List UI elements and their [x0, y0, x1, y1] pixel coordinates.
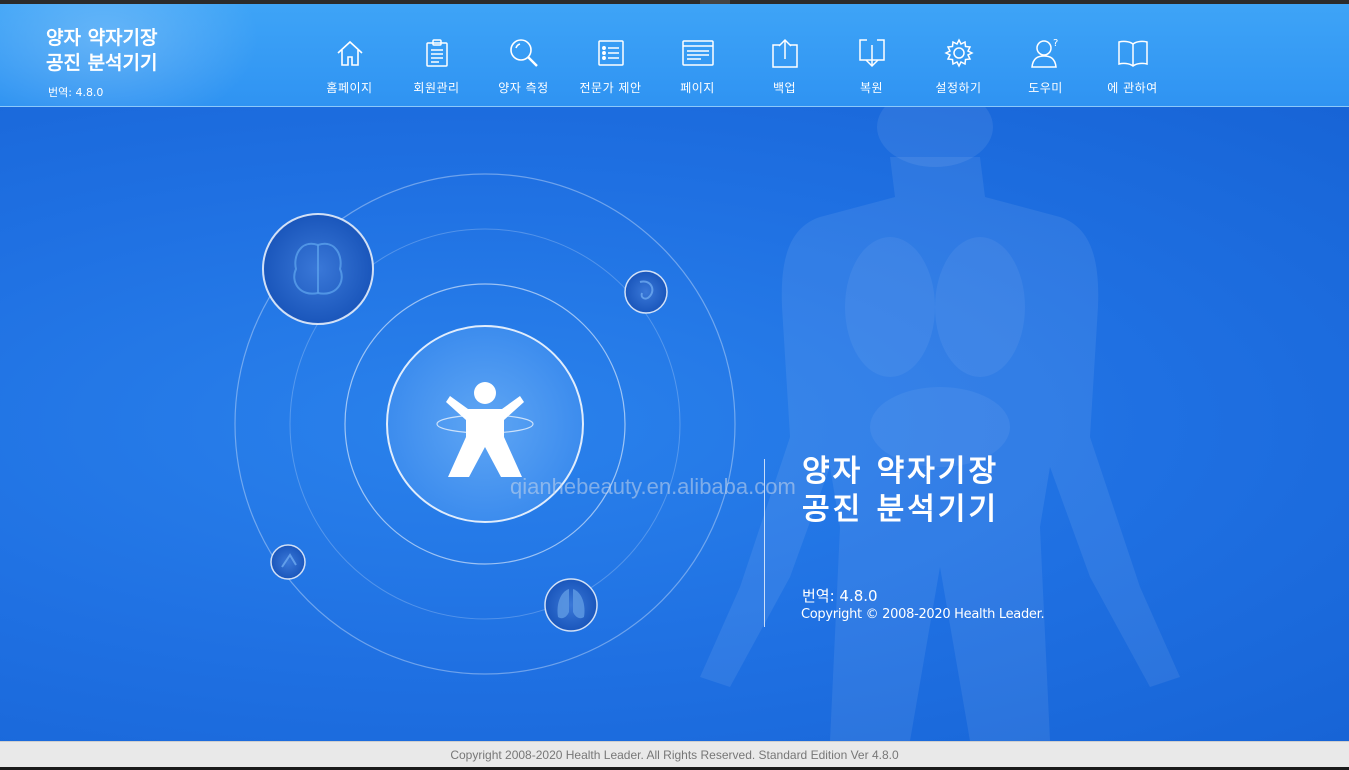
app-version: 번역: 4.8.0 [48, 86, 104, 99]
nav-about[interactable]: 에 관하여 [1089, 4, 1176, 106]
gear-icon [942, 36, 976, 70]
help-user-icon: ? [1029, 36, 1063, 70]
main-nav: 홈페이지 회원관리 양자 측정 전문가 제안 페이지 백업 복원 설정하기 ? … [306, 4, 1176, 106]
clipboard-icon [420, 36, 454, 70]
nav-home[interactable]: 홈페이지 [306, 4, 393, 106]
nav-home-label: 홈페이지 [326, 81, 373, 95]
app-title: 양자 약자기장 공진 분석기기 [46, 26, 158, 76]
status-bar: Copyright 2008-2020 Health Leader. All R… [0, 741, 1349, 768]
nav-settings[interactable]: 설정하기 [915, 4, 1002, 106]
welcome-copyright: Copyright © 2008-2020 Health Leader. [801, 607, 1045, 622]
nav-expert-advice-label: 전문가 제안 [579, 81, 642, 95]
nav-helper[interactable]: ? 도우미 [1002, 4, 1089, 106]
nav-helper-label: 도우미 [1028, 81, 1063, 95]
nav-restore[interactable]: 복원 [828, 4, 915, 106]
window-icon [681, 36, 715, 70]
app-title-line2: 공진 분석기기 [46, 52, 158, 74]
main-panel: 양자 약자기장 공진 분석기기 번역: 4.8.0 Copyright © 20… [0, 107, 1349, 741]
list-icon [594, 36, 628, 70]
watermark-text: qianhebeauty.en.alibaba.com [510, 474, 796, 499]
home-icon [333, 36, 367, 70]
nav-member-management-label: 회원관리 [413, 81, 460, 95]
nav-page[interactable]: 페이지 [654, 4, 741, 106]
footer-copyright: Copyright 2008-2020 Health Leader. All R… [450, 748, 899, 762]
nav-backup[interactable]: 백업 [741, 4, 828, 106]
orbit-illustration [234, 173, 736, 675]
nav-page-label: 페이지 [680, 81, 715, 95]
search-icon [507, 36, 541, 70]
nav-quantum-measure-label: 양자 측정 [498, 81, 549, 95]
welcome-title: 양자 약자기장 공진 분석기기 [802, 453, 999, 529]
app-title-line1: 양자 약자기장 [46, 27, 158, 49]
nav-quantum-measure[interactable]: 양자 측정 [480, 4, 567, 106]
nav-member-management[interactable]: 회원관리 [393, 4, 480, 106]
upload-icon [768, 36, 802, 70]
download-icon [855, 36, 889, 70]
nav-expert-advice[interactable]: 전문가 제안 [567, 4, 654, 106]
nav-about-label: 에 관하여 [1107, 81, 1158, 95]
welcome-title-line1: 양자 약자기장 [802, 454, 1000, 489]
book-icon [1116, 36, 1150, 70]
nav-backup-label: 백업 [772, 81, 797, 95]
svg-text:?: ? [1053, 38, 1058, 49]
app-header: 양자 약자기장 공진 분석기기 번역: 4.8.0 홈페이지 회원관리 양자 측… [0, 4, 1349, 107]
nav-restore-label: 복원 [859, 81, 884, 95]
welcome-version: 번역: 4.8.0 [802, 587, 878, 605]
welcome-title-line2: 공진 분석기기 [802, 492, 1000, 527]
nav-settings-label: 설정하기 [935, 81, 982, 95]
